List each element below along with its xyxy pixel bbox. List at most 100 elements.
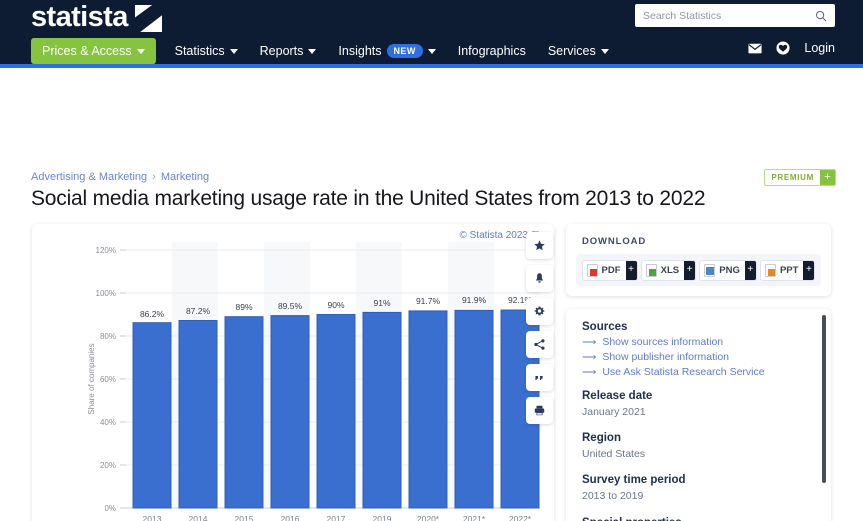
x-tick-label: 2017 xyxy=(327,514,346,521)
download-xls-options-icon[interactable]: + xyxy=(684,260,696,280)
nav-label: Statistics xyxy=(174,44,225,58)
x-tick-label: 2016 xyxy=(281,514,300,521)
bar-2014[interactable] xyxy=(178,320,218,509)
bar-2021[interactable] xyxy=(454,309,494,509)
alert-bell-icon[interactable] xyxy=(526,265,553,292)
nav-label: Prices & Access xyxy=(42,44,132,58)
xls-file-icon xyxy=(645,263,657,277)
download-pdf-button[interactable]: PDF + xyxy=(581,259,638,281)
bar-2019[interactable] xyxy=(362,311,402,509)
y-tick-label: 120% xyxy=(96,246,116,255)
chart-x-tick-labels: 2013 2014 2015 2016 2017 2019 2020* 2021… xyxy=(143,514,532,521)
statista-logo[interactable]: statista xyxy=(31,3,162,32)
heart-icon[interactable] xyxy=(776,41,790,55)
download-pdf-options-icon[interactable]: + xyxy=(625,260,637,280)
bar-value-label: 91% xyxy=(373,298,390,308)
nav-item-insights[interactable]: Insights NEW xyxy=(327,39,446,63)
premium-plus-icon[interactable]: + xyxy=(820,170,835,185)
bar-value-label: 90% xyxy=(327,300,344,310)
download-ppt-button[interactable]: PPT + xyxy=(759,259,816,281)
survey-time-period-heading: Survey time period xyxy=(582,474,686,487)
bar-chart: 120% 100% 80% 60% 40% 20% 0% Share of co… xyxy=(87,242,540,521)
download-xls-button[interactable]: XLS + xyxy=(640,259,697,281)
release-date-value: January 2021 xyxy=(582,406,646,418)
show-sources-information-link[interactable]: ⟶ Show sources information xyxy=(582,336,815,348)
download-pdf-main[interactable]: PDF xyxy=(583,261,626,280)
nav-item-statistics[interactable]: Statistics xyxy=(164,39,249,63)
special-properties-heading: Special properties xyxy=(582,517,815,521)
region-value: United States xyxy=(582,448,646,461)
y-axis-title: Share of companies xyxy=(87,343,96,414)
arrow-right-icon: ⟶ xyxy=(582,337,597,348)
pdf-file-icon xyxy=(586,263,598,277)
download-xls-label: XLS xyxy=(660,264,680,276)
envelope-icon[interactable] xyxy=(748,43,762,54)
download-png-options-icon[interactable]: + xyxy=(744,260,756,280)
search-box[interactable] xyxy=(635,4,835,27)
login-link[interactable]: Login xyxy=(804,41,835,55)
bar-2015[interactable] xyxy=(224,316,264,509)
download-png-button[interactable]: PNG + xyxy=(699,259,757,281)
breadcrumb-separator: › xyxy=(152,171,156,183)
download-xls-main[interactable]: XLS xyxy=(642,261,684,280)
premium-badge[interactable]: PREMIUM + xyxy=(764,169,836,186)
bar-2017[interactable] xyxy=(316,314,356,509)
page-body: Advertising & Marketing › Marketing PREM… xyxy=(0,68,863,521)
site-header: statista Prices & Access Statistics Repo… xyxy=(0,0,863,68)
breadcrumb-item-marketing[interactable]: Marketing xyxy=(161,171,209,183)
png-file-icon xyxy=(704,263,716,277)
logo-wordmark: statista xyxy=(31,1,128,33)
survey-time-period-value: 2013 to 2019 xyxy=(582,490,644,503)
download-ppt-options-icon[interactable]: + xyxy=(803,260,815,280)
share-icon[interactable] xyxy=(526,331,553,358)
chevron-down-icon xyxy=(136,48,145,54)
bar-2013[interactable] xyxy=(132,322,172,509)
chevron-down-icon xyxy=(600,48,609,54)
download-title: DOWNLOAD xyxy=(582,236,647,247)
premium-label: PREMIUM xyxy=(771,173,814,182)
search-input[interactable] xyxy=(643,9,815,22)
arrow-right-icon: ⟶ xyxy=(582,367,597,378)
breadcrumb-item-advertising-marketing[interactable]: Advertising & Marketing xyxy=(31,171,147,183)
settings-gear-icon[interactable] xyxy=(526,298,553,325)
favorite-star-icon[interactable] xyxy=(526,232,553,259)
show-publisher-information-link[interactable]: ⟶ Show publisher information xyxy=(582,351,815,363)
chevron-down-icon xyxy=(308,48,317,54)
chevron-down-icon xyxy=(229,48,238,54)
chevron-down-icon xyxy=(427,48,436,54)
metadata-scrollbar-thumb[interactable] xyxy=(822,315,826,483)
bar-value-label: 91.7% xyxy=(416,296,441,306)
y-tick-label: 100% xyxy=(96,289,116,298)
sources-heading: Sources xyxy=(582,321,628,333)
ask-statista-research-service-link[interactable]: ⟶ Use Ask Statista Research Service xyxy=(582,366,815,378)
download-pdf-label: PDF xyxy=(601,264,621,276)
bar-value-label: 89% xyxy=(235,302,252,312)
bar-2016[interactable] xyxy=(270,315,310,509)
x-tick-label: 2022* xyxy=(509,514,532,521)
y-tick-label: 80% xyxy=(100,332,116,341)
download-card: DOWNLOAD PDF + XLS + PNG + PPT + xyxy=(566,224,831,296)
x-tick-label: 2020* xyxy=(417,514,440,521)
x-tick-label: 2015 xyxy=(235,514,254,521)
download-button-group: PDF + XLS + PNG + PPT + xyxy=(576,254,821,286)
x-tick-label: 2019 xyxy=(373,514,392,521)
chart-bars xyxy=(132,309,540,509)
nav-item-prices-access[interactable]: Prices & Access xyxy=(31,38,156,64)
download-ppt-main[interactable]: PPT xyxy=(761,261,803,280)
download-png-main[interactable]: PNG xyxy=(700,261,745,280)
y-tick-label: 20% xyxy=(100,461,116,470)
chart-card: 120% 100% 80% 60% 40% 20% 0% Share of co… xyxy=(32,224,554,521)
citation-quote-icon[interactable] xyxy=(526,364,553,391)
arrow-right-icon: ⟶ xyxy=(582,352,597,363)
nav-item-services[interactable]: Services xyxy=(537,39,620,63)
breadcrumb: Advertising & Marketing › Marketing xyxy=(31,171,209,183)
print-icon[interactable] xyxy=(526,397,553,424)
chart-tool-rail xyxy=(526,232,553,424)
show-publisher-information-label: Show publisher information xyxy=(602,351,729,363)
nav-label: Infographics xyxy=(457,44,526,58)
nav-item-reports[interactable]: Reports xyxy=(249,39,328,63)
bar-2020[interactable] xyxy=(408,310,448,509)
search-icon[interactable] xyxy=(815,10,827,22)
nav-item-infographics[interactable]: Infographics xyxy=(447,39,537,63)
region-heading: Region xyxy=(582,432,621,445)
